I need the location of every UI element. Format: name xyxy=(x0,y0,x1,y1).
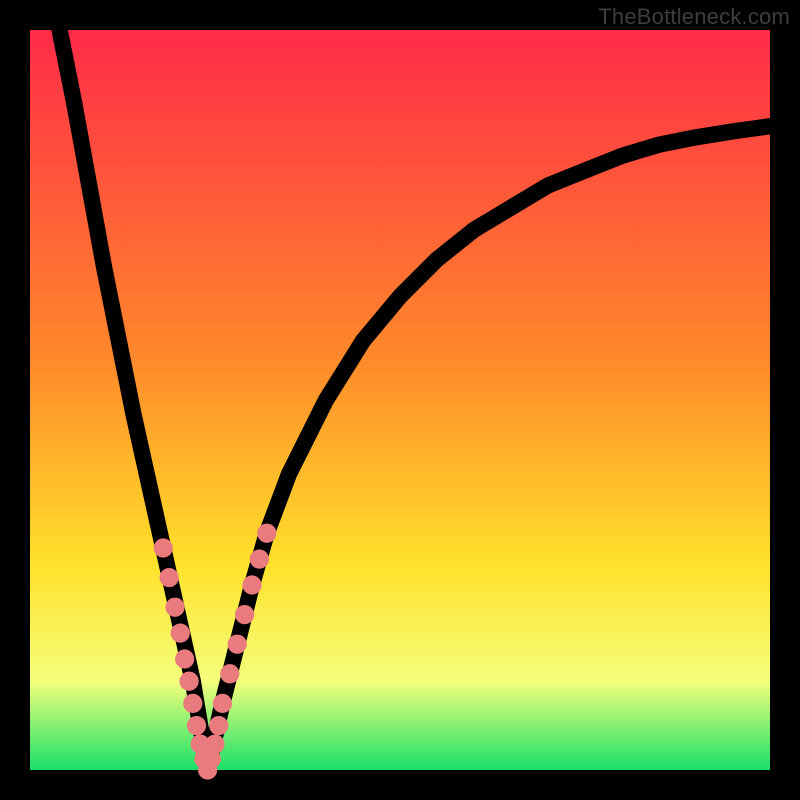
plot-area xyxy=(30,30,770,770)
marker-dot xyxy=(165,598,184,617)
marker-dot xyxy=(187,716,206,735)
marker-dot xyxy=(220,664,239,683)
marker-dot xyxy=(257,524,276,543)
marker-dot xyxy=(183,694,202,713)
watermark-text: TheBottleneck.com xyxy=(598,4,790,30)
marker-dot xyxy=(179,672,198,691)
marker-dot xyxy=(171,623,190,642)
chart-frame: TheBottleneck.com xyxy=(0,0,800,800)
bottleneck-curve-svg xyxy=(30,30,770,770)
marker-dot xyxy=(242,575,261,594)
marker-dot xyxy=(154,538,173,557)
marker-dot xyxy=(209,716,228,735)
marker-dot xyxy=(228,635,247,654)
marker-dot xyxy=(250,549,269,568)
bottleneck-curve xyxy=(60,30,770,770)
marker-dot xyxy=(205,734,224,753)
marker-dot xyxy=(160,568,179,587)
marker-dot xyxy=(175,649,194,668)
marker-dot xyxy=(235,605,254,624)
marker-dot xyxy=(213,694,232,713)
